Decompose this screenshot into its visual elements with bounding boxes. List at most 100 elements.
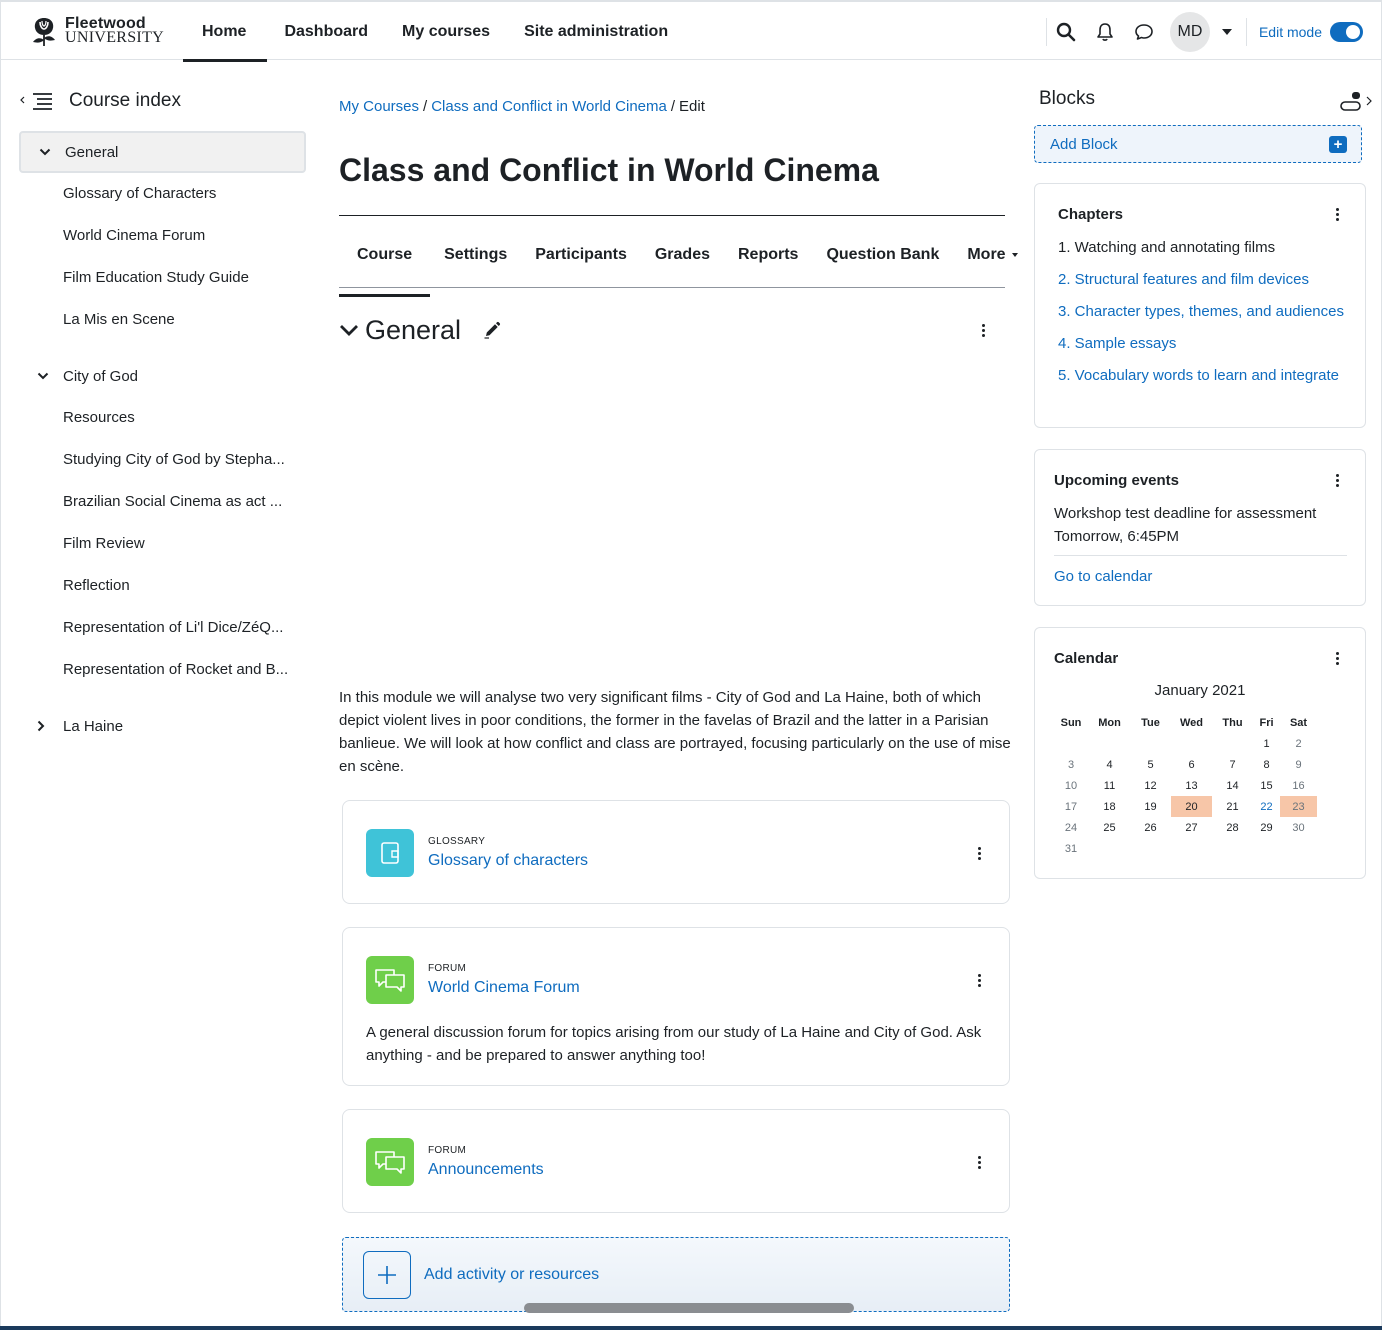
- ci-section-label: City of God: [63, 367, 139, 385]
- breadcrumb-course[interactable]: Class and Conflict in World Cinema: [431, 98, 667, 115]
- navbar-divider: [1245, 18, 1247, 46]
- chevron-down-icon[interactable]: [37, 372, 51, 380]
- calendar-day[interactable]: 12: [1130, 775, 1171, 796]
- ci-section-general[interactable]: General: [19, 131, 306, 173]
- activity-actions-kebab-icon[interactable]: [969, 1150, 989, 1174]
- ci-item-representation-rocket[interactable]: Representation of Rocket and B...: [19, 649, 306, 691]
- add-block-button[interactable]: Add Block +: [1034, 125, 1362, 163]
- tab-participants[interactable]: Participants: [521, 232, 641, 287]
- nav-site-administration[interactable]: Site administration: [507, 2, 685, 60]
- chevron-right-icon[interactable]: [37, 720, 51, 732]
- ci-item-resources[interactable]: Resources: [19, 397, 306, 439]
- chapter-link[interactable]: 2. Structural features and film devices: [1058, 271, 1309, 288]
- calendar-day[interactable]: 19: [1130, 796, 1171, 817]
- ci-section-la-haine[interactable]: La Haine: [19, 705, 306, 747]
- block-title: Upcoming events: [1054, 472, 1180, 489]
- breadcrumb-my-courses[interactable]: My Courses: [339, 98, 419, 115]
- calendar-day[interactable]: 2: [1280, 733, 1317, 754]
- event-item[interactable]: Workshop test deadline for assessment To…: [1054, 502, 1354, 548]
- user-avatar[interactable]: MD: [1169, 12, 1210, 52]
- ci-item-film-education-study-guide[interactable]: Film Education Study Guide: [19, 257, 306, 299]
- add-activity-button[interactable]: Add activity or resources: [342, 1237, 1010, 1312]
- edit-mode-label[interactable]: Edit mode: [1259, 24, 1322, 40]
- chapter-link[interactable]: 4. Sample essays: [1058, 335, 1176, 352]
- calendar-day[interactable]: 11: [1089, 775, 1130, 796]
- calendar-day[interactable]: 1: [1253, 733, 1280, 754]
- chapter-link[interactable]: 3. Character types, themes, and audience…: [1058, 303, 1344, 320]
- section-summary: In this module we will analyse two very …: [339, 689, 1011, 775]
- ci-section-city-of-god[interactable]: City of God: [19, 355, 306, 397]
- section-title: General: [365, 314, 462, 345]
- calendar-day[interactable]: 3: [1053, 754, 1089, 775]
- tab-reports[interactable]: Reports: [724, 232, 812, 287]
- calendar-day[interactable]: 14: [1212, 775, 1253, 796]
- calendar-day[interactable]: 21: [1212, 796, 1253, 817]
- site-logo[interactable]: Fleetwood UNIVERSITY: [27, 14, 164, 48]
- pencil-edit-icon[interactable]: [483, 321, 501, 339]
- user-menu-chevron-down-icon[interactable]: [1221, 29, 1232, 35]
- activity-actions-kebab-icon[interactable]: [969, 968, 989, 992]
- tab-settings[interactable]: Settings: [430, 232, 521, 287]
- calendar-day[interactable]: 22: [1253, 796, 1280, 817]
- collapse-chevron-down-icon[interactable]: [339, 323, 359, 337]
- ci-item-la-mis-en-scene[interactable]: La Mis en Scene: [19, 299, 306, 341]
- calendar-day[interactable]: 18: [1089, 796, 1130, 817]
- calendar-day[interactable]: 23: [1280, 796, 1317, 817]
- ci-item-brazilian-social-cinema[interactable]: Brazilian Social Cinema as act ...: [19, 481, 306, 523]
- ci-item-glossary-of-characters[interactable]: Glossary of Characters: [19, 173, 306, 215]
- calendar-day[interactable]: 31: [1053, 838, 1089, 859]
- horizontal-scrollbar[interactable]: [524, 1303, 854, 1313]
- section-actions-kebab-icon[interactable]: [973, 318, 993, 342]
- block-actions-kebab-icon[interactable]: [1327, 646, 1347, 670]
- calendar-day[interactable]: 27: [1171, 817, 1212, 838]
- tab-course[interactable]: Course: [339, 232, 431, 297]
- bell-icon[interactable]: [1086, 12, 1125, 52]
- calendar-day[interactable]: 4: [1089, 754, 1130, 775]
- block-actions-kebab-icon[interactable]: [1327, 468, 1347, 492]
- chevron-down-icon[interactable]: [39, 148, 53, 156]
- activity-link[interactable]: World Cinema Forum: [428, 979, 580, 997]
- calendar-day[interactable]: 25: [1089, 817, 1130, 838]
- calendar-day[interactable]: 30: [1280, 817, 1317, 838]
- calendar-day[interactable]: 7: [1212, 754, 1253, 775]
- nav-home[interactable]: Home: [181, 2, 268, 62]
- calendar-day[interactable]: 20: [1171, 796, 1212, 817]
- calendar-day[interactable]: 15: [1253, 775, 1280, 796]
- ci-item-film-review[interactable]: Film Review: [19, 523, 306, 565]
- calendar-day[interactable]: 5: [1130, 754, 1171, 775]
- chapter-link[interactable]: 5. Vocabulary words to learn and integra…: [1058, 367, 1339, 384]
- close-drawer-icon[interactable]: [19, 90, 53, 112]
- calendar-day[interactable]: 8: [1253, 754, 1280, 775]
- activity-link[interactable]: Announcements: [428, 1161, 544, 1179]
- calendar-day[interactable]: 13: [1171, 775, 1212, 796]
- ci-item-world-cinema-forum[interactable]: World Cinema Forum: [19, 215, 306, 257]
- upcoming-events-block: Upcoming events Workshop test deadline f…: [1034, 449, 1366, 606]
- calendar-day[interactable]: 29: [1253, 817, 1280, 838]
- close-blocks-drawer-button[interactable]: [1340, 90, 1373, 112]
- navbar-user-area: MD Edit mode: [1045, 12, 1363, 52]
- tab-question-bank[interactable]: Question Bank: [812, 232, 953, 287]
- activity-link[interactable]: Glossary of characters: [428, 852, 588, 870]
- calendar-day[interactable]: 24: [1053, 817, 1089, 838]
- ci-item-representation-lil-dice[interactable]: Representation of Li'l Dice/ZéQ...: [19, 607, 306, 649]
- calendar-day[interactable]: 17: [1053, 796, 1089, 817]
- calendar-day[interactable]: 6: [1171, 754, 1212, 775]
- calendar-day[interactable]: 10: [1053, 775, 1089, 796]
- message-icon[interactable]: [1125, 12, 1164, 52]
- ci-item-reflection[interactable]: Reflection: [19, 565, 306, 607]
- tab-grades[interactable]: Grades: [641, 232, 724, 287]
- calendar-day[interactable]: 9: [1280, 754, 1317, 775]
- calendar-day[interactable]: 28: [1212, 817, 1253, 838]
- nav-dashboard[interactable]: Dashboard: [267, 2, 385, 60]
- calendar-day[interactable]: 16: [1280, 775, 1317, 796]
- activity-actions-kebab-icon[interactable]: [969, 841, 989, 865]
- chevron-down-icon: [1011, 252, 1018, 257]
- go-to-calendar-link[interactable]: Go to calendar: [1054, 568, 1152, 585]
- ci-section-label: La Haine: [63, 717, 124, 735]
- block-actions-kebab-icon[interactable]: [1327, 202, 1347, 226]
- edit-mode-toggle[interactable]: [1330, 22, 1363, 42]
- calendar-day[interactable]: 26: [1130, 817, 1171, 838]
- nav-my-courses[interactable]: My courses: [385, 2, 507, 60]
- search-icon[interactable]: [1047, 12, 1086, 52]
- ci-item-studying-city-of-god[interactable]: Studying City of God by Stepha...: [19, 439, 306, 481]
